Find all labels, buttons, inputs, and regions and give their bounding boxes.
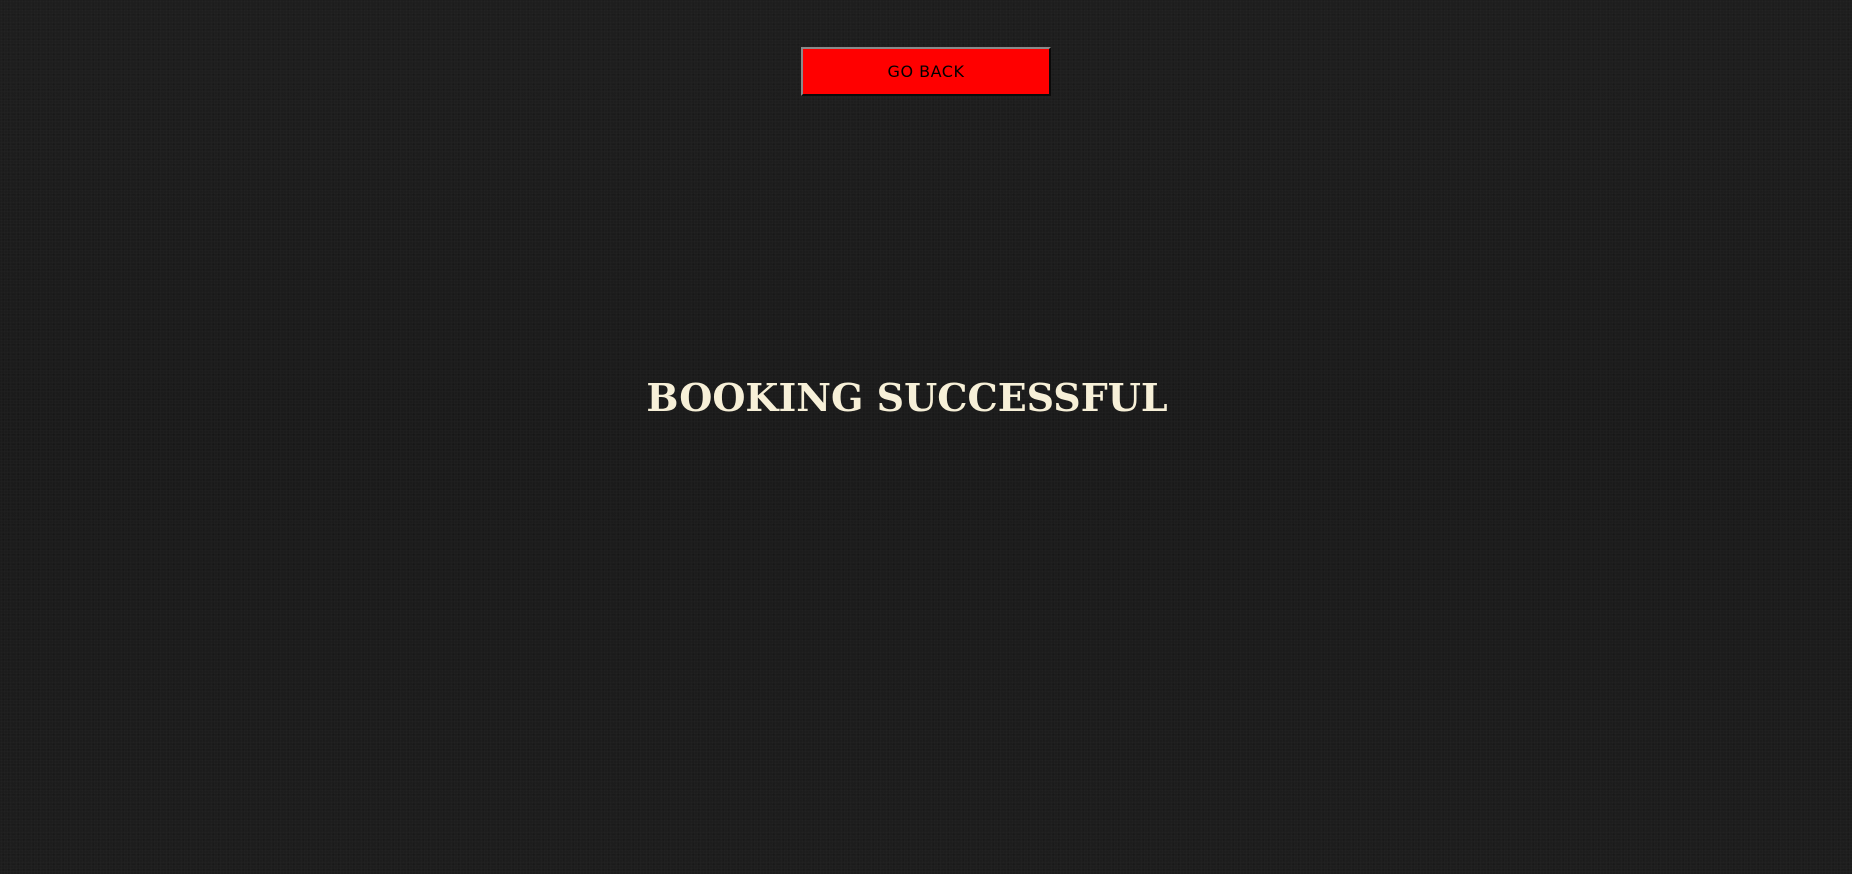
page-title: BOOKING SUCCESSFUL bbox=[646, 375, 1168, 420]
go-back-button[interactable]: GO BACK bbox=[801, 47, 1051, 96]
booking-confirmation-page: GO BACK BOOKING SUCCESSFUL bbox=[0, 0, 1852, 874]
